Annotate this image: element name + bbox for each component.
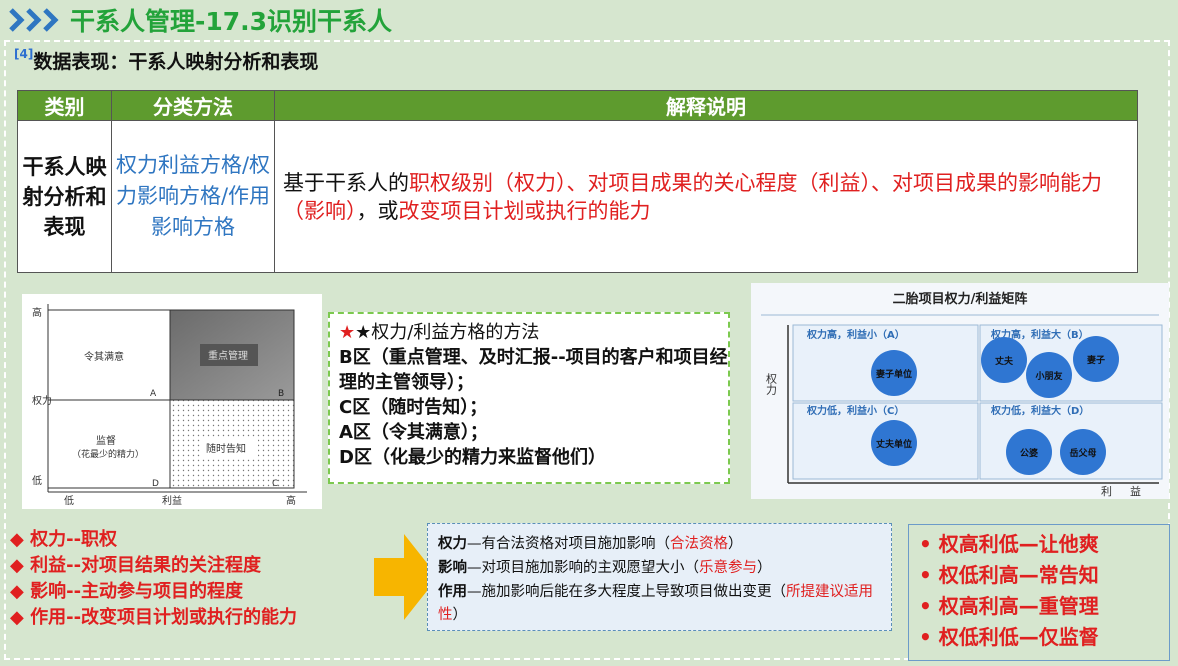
quadrant-a-label: 权力高，利益小（A）	[806, 328, 905, 341]
method-line-4: D区（化最少的精力来监督他们）	[339, 447, 606, 468]
term-bullets: ◆ 权力--职权 ◆ 利益--对项目结果的关注程度 ◆ 影响--主动参与项目的程…	[10, 527, 297, 631]
cell-description: 基于干系人的职权级别（权力）、对项目成果的关心程度（利益）、对项目成果的影响能力…	[274, 120, 1138, 273]
definitions-box: 权力—有合法资格对项目施加影响（合法资格） 影响—对项目施加影响的主观愿望大小（…	[427, 523, 892, 631]
page-title: 干系人管理-17.3识别干系人	[70, 7, 393, 36]
stakeholder-child: 小朋友	[1034, 370, 1062, 382]
stakeholder-husband-unit: 丈夫单位	[876, 438, 912, 450]
matrix-x-axis: 利益	[1101, 484, 1159, 498]
bullet-power: ◆ 权力--职权	[10, 529, 118, 550]
definition-power-end: ）	[728, 536, 743, 552]
grid-x-label: 利益	[162, 494, 182, 507]
method-line-0-text: ★权力/利益方格的方法	[355, 322, 540, 343]
grid-y-low: 低	[32, 474, 42, 487]
star-icon: ★	[339, 322, 356, 343]
grid-x-high: 高	[286, 494, 296, 507]
definition-power-highlight: 合法资格	[670, 536, 728, 552]
stakeholder-in-laws-w: 岳父母	[1069, 447, 1096, 459]
cell-a-letter: A	[150, 389, 157, 399]
definition-power: 权力—有合法资格对项目施加影响（合法资格）	[438, 532, 881, 556]
method-line-2: C区（随时告知）；	[339, 397, 488, 418]
cell-c-letter: C	[272, 479, 278, 489]
header-category: 类别	[17, 90, 112, 121]
header-explanation: 解释说明	[274, 90, 1138, 121]
matrix-y-axis: 权力	[765, 373, 778, 395]
cell-b-label: 重点管理	[208, 349, 248, 362]
grid-y-label: 权力	[32, 394, 52, 407]
desc-part-3: ，或	[356, 198, 399, 223]
summary-line-2: • 权低利高—常告知	[919, 563, 1099, 587]
matrix-title: 二胎项目权力/利益矩阵	[893, 291, 1028, 307]
cell-c-label: 随时告知	[206, 442, 246, 455]
chevrons-icon	[9, 8, 59, 32]
definition-role-text: —施加影响后能在多大程度上导致项目做出变更（	[467, 584, 786, 600]
stakeholder-husband: 丈夫	[995, 355, 1014, 367]
definition-role-term: 作用	[438, 583, 467, 600]
section-subtitle: [4]数据表现：干系人映射分析和表现	[14, 47, 318, 74]
method-line-1: B区（重点管理、及时汇报--项目的客户和项目经理的主管领导）；	[339, 347, 728, 393]
summary-line-4: • 权低利低—仅监督	[919, 625, 1099, 649]
matrix-diagram: 二胎项目权力/利益矩阵 权力 权力高，利益小（A） 权力高，利益大（B） 权力低…	[751, 283, 1169, 499]
cell-a-label: 令其满意	[84, 350, 124, 363]
definition-power-term: 权力	[438, 535, 467, 552]
method-line-0: ★★权力/利益方格的方法	[330, 320, 728, 345]
stakeholder-in-laws-h: 公婆	[1020, 447, 1038, 459]
summary-box: • 权高利低—让他爽 • 权低利高—常告知 • 权高利高—重管理 • 权低利低—…	[908, 524, 1170, 661]
desc-part-4: 改变项目计划或执行的能力	[398, 198, 651, 223]
subtitle-text: 数据表现：干系人映射分析和表现	[33, 51, 319, 73]
summary-line-1: • 权高利低—让他爽	[919, 532, 1099, 556]
definition-influence-term: 影响	[438, 559, 467, 576]
definition-influence-end: ）	[757, 560, 772, 576]
bullet-role: ◆ 作用--改变项目计划或执行的能力	[10, 607, 298, 628]
cell-category: 干系人映射分析和表现	[17, 120, 112, 273]
quadrant-c-label: 权力低，利益小（C）	[806, 404, 904, 417]
cell-d-sub: （花最少的精力）	[72, 448, 144, 460]
cell-d-label: 监督	[96, 434, 116, 447]
grid-diagram: 高 权力 低 低 利益 高 令其满意 A 重点管理 B 监督 （花最少的精力） …	[32, 304, 307, 507]
definition-power-text: —有合法资格对项目施加影响（	[467, 536, 670, 552]
stakeholder-wife-unit: 妻子单位	[876, 368, 912, 380]
quadrant-d-label: 权力低，利益大（D）	[990, 404, 1089, 417]
definition-influence-highlight: 乐意参与	[699, 560, 757, 576]
cell-b-letter: B	[278, 389, 284, 399]
stakeholder-wife: 妻子	[1087, 354, 1105, 366]
cell-d-letter: D	[152, 479, 159, 489]
summary-line-3: • 权高利高—重管理	[919, 594, 1099, 618]
method-line-3: A区（令其满意）；	[339, 422, 488, 443]
example-matrix: 二胎项目权力/利益矩阵 权力 权力高，利益小（A） 权力高，利益大（B） 权力低…	[751, 283, 1169, 499]
method-box: ★★权力/利益方格的方法 B区（重点管理、及时汇报--项目的客户和项目经理的主管…	[328, 312, 730, 484]
header-method: 分类方法	[111, 90, 275, 121]
bullet-influence: ◆ 影响--主动参与项目的程度	[10, 581, 244, 602]
grid-x-low: 低	[64, 494, 74, 507]
power-interest-grid: 高 权力 低 低 利益 高 令其满意 A 重点管理 B 监督 （花最少的精力） …	[22, 294, 322, 509]
cell-method: 权力利益方格/权力影响方格/作用影响方格	[111, 120, 275, 273]
bullet-interest: ◆ 利益--对项目结果的关注程度	[10, 555, 262, 576]
desc-part-1: 基于干系人的	[283, 170, 409, 195]
definition-influence-text: —对项目施加影响的主观愿望大小（	[467, 560, 699, 576]
definition-influence: 影响—对项目施加影响的主观愿望大小（乐意参与）	[438, 556, 881, 580]
classification-table: 类别 分类方法 解释说明 干系人映射分析和表现 权力利益方格/权力影响方格/作用…	[17, 90, 1138, 273]
reference-marker: [4]	[14, 46, 34, 61]
definition-role-end: ）	[452, 607, 468, 623]
grid-y-high: 高	[32, 306, 42, 319]
definition-role: 作用—施加影响后能在多大程度上导致项目做出变更（所提建议适用性）	[438, 580, 881, 627]
